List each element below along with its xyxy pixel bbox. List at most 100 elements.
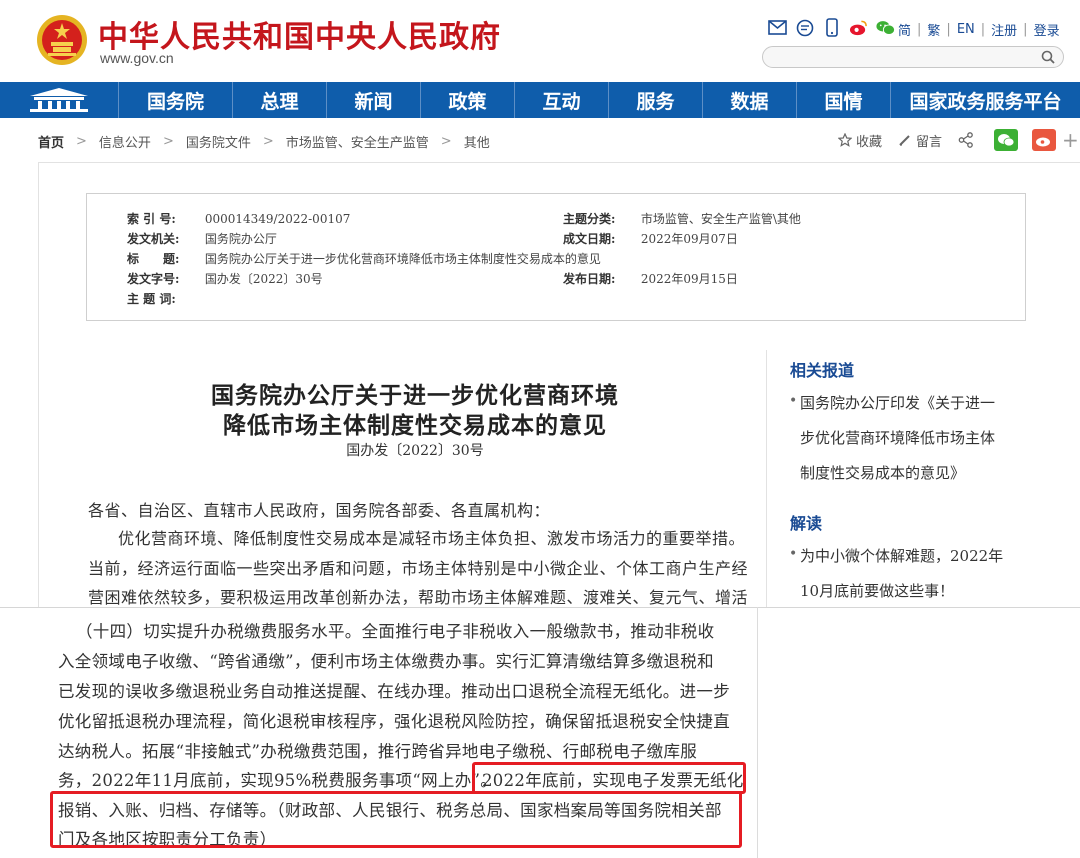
mail-icon[interactable] bbox=[768, 18, 787, 37]
chevron-right-icon: > bbox=[262, 134, 274, 149]
site-header: 中华人民共和国中央人民政府 www.gov.cn 简 | 繁 | EN | 注册… bbox=[0, 0, 1080, 82]
national-emblem-icon[interactable] bbox=[36, 14, 88, 66]
lang-traditional-link[interactable]: 繁 bbox=[927, 20, 940, 39]
breadcrumb-state-council-docs[interactable]: 国务院文件 bbox=[186, 132, 251, 151]
bullet-icon: • bbox=[789, 546, 798, 562]
separator: | bbox=[917, 22, 922, 37]
chevron-right-icon: > bbox=[76, 134, 87, 149]
meta-index-label: 索 引 号: bbox=[127, 212, 176, 226]
language-links: 简 | 繁 | EN | 注册 | 登录 bbox=[898, 20, 1060, 39]
login-link[interactable]: 登录 bbox=[1034, 20, 1060, 39]
nav-home-icon[interactable] bbox=[0, 82, 118, 118]
meta-published-label: 发布日期: bbox=[563, 272, 616, 286]
mobile-icon[interactable] bbox=[822, 18, 841, 37]
collect-label: 收藏 bbox=[856, 134, 883, 150]
meta-published: 发布日期: 2022年09月15日 bbox=[563, 270, 738, 287]
nav-item-data[interactable]: 数据 bbox=[702, 82, 796, 118]
nav-item-premier[interactable]: 总理 bbox=[232, 82, 326, 118]
chevron-right-icon: > bbox=[162, 134, 174, 149]
meta-docno-label: 发文字号: bbox=[127, 272, 180, 286]
related-report-link[interactable]: 国务院办公厅印发《关于进一 bbox=[800, 392, 995, 413]
breadcrumb-market-supervision[interactable]: 市场监管、安全生产监管 bbox=[286, 132, 429, 151]
meta-category: 主题分类: 市场监管、安全生产监管\其他 bbox=[563, 210, 801, 227]
share-wechat-icon[interactable] bbox=[994, 129, 1019, 151]
body-line: 优化营商环境、降低制度性交易成本是减轻市场主体负担、激发市场活力的重要举措。 bbox=[118, 529, 746, 548]
excerpt-line: 已发现的误收多缴退税业务自动推送提醒、在线办理。推动出口退税全流程无纸化。进一步 bbox=[58, 682, 730, 701]
site-url[interactable]: www.gov.cn bbox=[100, 50, 174, 66]
comment-label: 留言 bbox=[916, 134, 943, 150]
meta-docno: 发文字号: 国办发〔2022〕30号 bbox=[127, 270, 323, 287]
main-nav: 国务院 总理 新闻 政策 互动 服务 数据 国情 国家政务服务平台 bbox=[0, 82, 1080, 118]
nav-item-gov-service-platform[interactable]: 国家政务服务平台 bbox=[890, 82, 1080, 118]
meta-created-label: 成文日期: bbox=[563, 232, 616, 246]
excerpt-line: 入全领域电子收缴、“跨省通缴”，便利市场主体缴费办事。实行汇算清缴结算多缴退税和 bbox=[58, 652, 714, 671]
highlight-box-bottom bbox=[50, 791, 742, 848]
highlight-box-top bbox=[472, 762, 746, 794]
document-meta-table: 索 引 号: 000014349/2022-00107 发文机关: 国务院办公厅… bbox=[86, 193, 1026, 321]
share-icon[interactable] bbox=[958, 132, 978, 148]
nav-item-service[interactable]: 服务 bbox=[608, 82, 702, 118]
clip-divider bbox=[757, 607, 758, 858]
nav-item-news[interactable]: 新闻 bbox=[326, 82, 420, 118]
share-weibo-icon[interactable] bbox=[1032, 129, 1057, 151]
header-tool-icons bbox=[768, 18, 895, 37]
collect-button[interactable]: 收藏 bbox=[838, 131, 882, 150]
body-line: 营困难依然较多，要积极运用改革创新办法，帮助市场主体解难题、渡难关、复元气、增活 bbox=[88, 588, 749, 607]
interpretation-link[interactable]: 10月底前要做这些事！ bbox=[800, 580, 954, 601]
excerpt-line: 优化留抵退税办理流程，简化退税审核程序，强化退税风险防控，确保留抵退税安全快捷直 bbox=[58, 712, 730, 731]
meta-docno-value: 国办发〔2022〕30号 bbox=[204, 272, 323, 286]
document-number: 国办发〔2022〕30号 bbox=[346, 443, 484, 459]
chat-icon[interactable] bbox=[795, 18, 814, 37]
meta-created: 成文日期: 2022年09月07日 bbox=[563, 230, 738, 247]
nav-item-state-council[interactable]: 国务院 bbox=[118, 82, 232, 118]
meta-issuer: 发文机关: 国务院办公厅 bbox=[127, 230, 277, 247]
wechat-icon[interactable] bbox=[876, 18, 895, 37]
star-icon bbox=[838, 133, 852, 147]
meta-keywords: 主 题 词: bbox=[127, 290, 201, 307]
breadcrumb-other[interactable]: 其他 bbox=[464, 132, 490, 151]
interpretation-link[interactable]: 为中小微个体解难题，2022年 bbox=[800, 545, 1003, 566]
meta-keywords-label: 主 题 词: bbox=[127, 292, 176, 306]
separator: | bbox=[980, 22, 986, 37]
nav-item-interaction[interactable]: 互动 bbox=[514, 82, 608, 118]
lang-english-link[interactable]: EN bbox=[957, 22, 975, 37]
breadcrumb-info-public[interactable]: 信息公开 bbox=[99, 132, 151, 151]
bullet-icon: • bbox=[789, 393, 798, 409]
weibo-icon[interactable] bbox=[849, 18, 868, 37]
meta-index-value: 000014349/2022-00107 bbox=[204, 212, 351, 226]
meta-title-value: 国务院办公厅关于进一步优化营商环境降低市场主体制度性交易成本的意见 bbox=[204, 252, 601, 266]
excerpt-line: 达纳税人。拓展“非接触式”办税缴费范围，推行跨省异地电子缴税、行邮税电子缴库服 bbox=[58, 742, 698, 761]
more-share-icon[interactable]: + bbox=[1062, 128, 1079, 152]
page-tools: 收藏 留言 + bbox=[838, 128, 1079, 152]
meta-created-value: 2022年09月07日 bbox=[640, 232, 738, 246]
lang-simplified-link[interactable]: 简 bbox=[898, 20, 911, 39]
sidebar-divider bbox=[766, 350, 767, 608]
document-title-line2: 降低市场主体制度性交易成本的意见 bbox=[223, 412, 607, 439]
related-report-link[interactable]: 制度性交易成本的意见》 bbox=[800, 462, 965, 483]
pencil-icon bbox=[899, 135, 910, 146]
related-reports-heading: 相关报道 bbox=[790, 361, 855, 380]
chevron-right-icon: > bbox=[440, 134, 452, 149]
body-line: 当前，经济运行面临一些突出矛盾和问题，市场主体特别是中小微企业、个体工商户生产经 bbox=[88, 559, 749, 578]
meta-title: 标 题: 国务院办公厅关于进一步优化营商环境降低市场主体制度性交易成本的意见 bbox=[127, 250, 601, 267]
register-link[interactable]: 注册 bbox=[991, 20, 1017, 39]
separator: | bbox=[946, 22, 951, 37]
related-report-link[interactable]: 步优化营商环境降低市场主体 bbox=[800, 427, 995, 448]
excerpt-line: 务，2022年11月底前，实现95%税费服务事项“网上办”。 bbox=[58, 771, 498, 790]
search-input[interactable] bbox=[762, 46, 1064, 68]
breadcrumb: 首页 > 信息公开 > 国务院文件 > 市场监管、安全生产监管 > 其他 bbox=[38, 132, 490, 151]
nav-item-national-info[interactable]: 国情 bbox=[796, 82, 890, 118]
interpretation-heading: 解读 bbox=[790, 514, 823, 533]
meta-category-value: 市场监管、安全生产监管\其他 bbox=[640, 212, 801, 226]
nav-item-policy[interactable]: 政策 bbox=[420, 82, 514, 118]
salutation: 各省、自治区、直辖市人民政府，国务院各部委、各直属机构： bbox=[88, 501, 551, 520]
meta-issuer-value: 国务院办公厅 bbox=[204, 232, 277, 246]
separator: | bbox=[1023, 22, 1028, 37]
excerpt-line: （十四）切实提升办税缴费服务水平。全面推行电子非税收入一般缴款书，推动非税收 bbox=[76, 622, 715, 641]
comment-button[interactable]: 留言 bbox=[898, 131, 942, 150]
breadcrumb-home[interactable]: 首页 bbox=[38, 132, 64, 151]
search-icon[interactable] bbox=[1041, 50, 1055, 64]
meta-category-label: 主题分类: bbox=[563, 212, 616, 226]
meta-issuer-label: 发文机关: bbox=[127, 232, 180, 246]
document-title-line1: 国务院办公厅关于进一步优化营商环境 bbox=[211, 382, 619, 409]
